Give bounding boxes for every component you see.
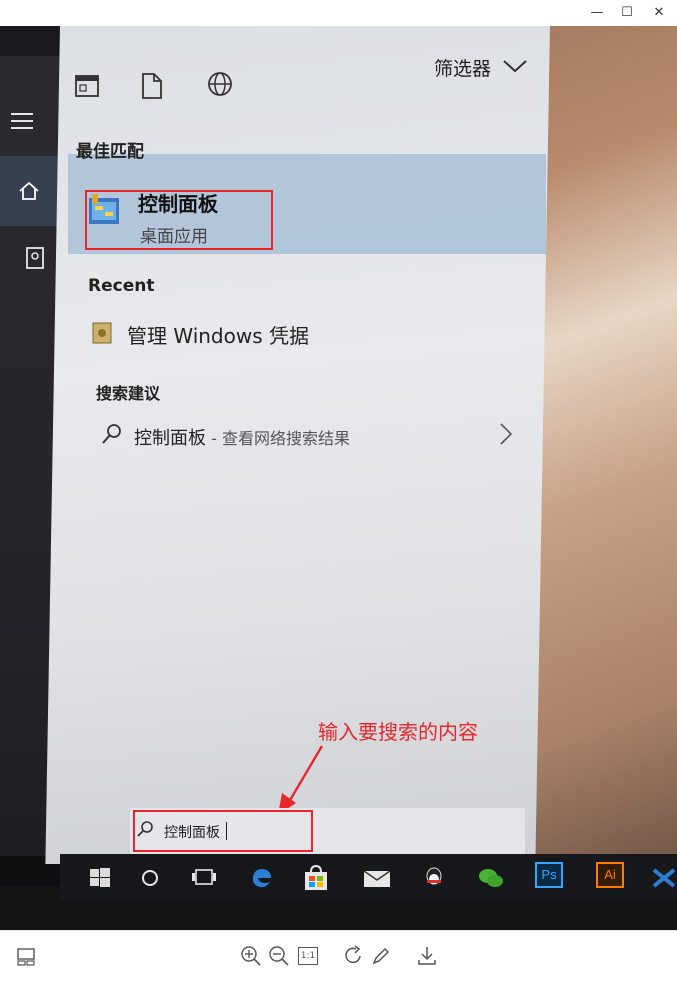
best-match-header: 最佳匹配 — [76, 142, 144, 162]
hamburger-icon[interactable] — [11, 112, 35, 130]
viewer-toolbar: 1:1 — [0, 930, 677, 989]
close-icon[interactable]: ✕ — [644, 0, 674, 26]
thumbnail-strip-icon[interactable] — [16, 947, 36, 967]
zoom-in-icon[interactable] — [240, 945, 262, 967]
best-match-red-box — [85, 190, 273, 250]
taskbar: Ps Ai — [60, 854, 677, 900]
photo: 筛选器 最佳匹配 控制面板 桌面应用 Recent 管理 Windows 凭据 … — [0, 26, 677, 930]
recent-header: Recent — [88, 276, 155, 296]
apps-filter-icon[interactable] — [75, 74, 101, 98]
edit-pencil-icon[interactable] — [370, 945, 392, 967]
minimize-icon[interactable]: — — [582, 0, 612, 26]
home-icon — [19, 181, 39, 200]
illustrator-icon[interactable]: Ai — [596, 862, 624, 888]
suggestion-suffix: - 查看网络搜索结果 — [206, 429, 350, 448]
title-bar: — ☐ ✕ — [0, 0, 677, 26]
search-red-box — [133, 810, 313, 852]
suggestions-header: 搜索建议 — [96, 384, 161, 403]
photoshop-icon[interactable]: Ps — [535, 862, 563, 888]
home-tab[interactable] — [0, 156, 58, 226]
store-icon[interactable] — [302, 864, 330, 892]
documents-filter-icon[interactable] — [141, 72, 163, 100]
web-filter-icon[interactable] — [206, 70, 234, 98]
cortana-icon[interactable] — [136, 864, 164, 892]
actual-size-button[interactable]: 1:1 — [298, 947, 318, 965]
task-view-icon[interactable] — [190, 864, 218, 892]
suggestion-query: 控制面板 — [134, 428, 206, 449]
filter-dropdown-label[interactable]: 筛选器 — [434, 54, 491, 81]
suggestion-item[interactable]: 控制面板 - 查看网络搜索结果 — [134, 424, 350, 450]
recent-item-label[interactable]: 管理 Windows 凭据 — [127, 320, 309, 349]
chevron-right-icon[interactable] — [498, 422, 514, 446]
edge-browser-icon[interactable] — [248, 864, 276, 892]
annotation-text: 输入要搜索的内容 — [318, 720, 478, 744]
mail-icon[interactable] — [362, 864, 390, 892]
notebook-icon[interactable] — [25, 246, 47, 270]
wechat-icon[interactable] — [476, 864, 504, 892]
maximize-icon[interactable]: ☐ — [612, 0, 642, 26]
chevron-down-icon[interactable] — [502, 58, 528, 74]
zoom-out-icon[interactable] — [268, 945, 290, 967]
download-icon[interactable] — [416, 945, 438, 967]
search-icon — [102, 424, 121, 444]
vscode-icon[interactable] — [650, 864, 677, 892]
qq-icon[interactable] — [420, 864, 448, 892]
credential-manager-icon — [92, 322, 112, 344]
windows-start-icon[interactable] — [86, 864, 114, 892]
rotate-icon[interactable] — [342, 945, 364, 967]
